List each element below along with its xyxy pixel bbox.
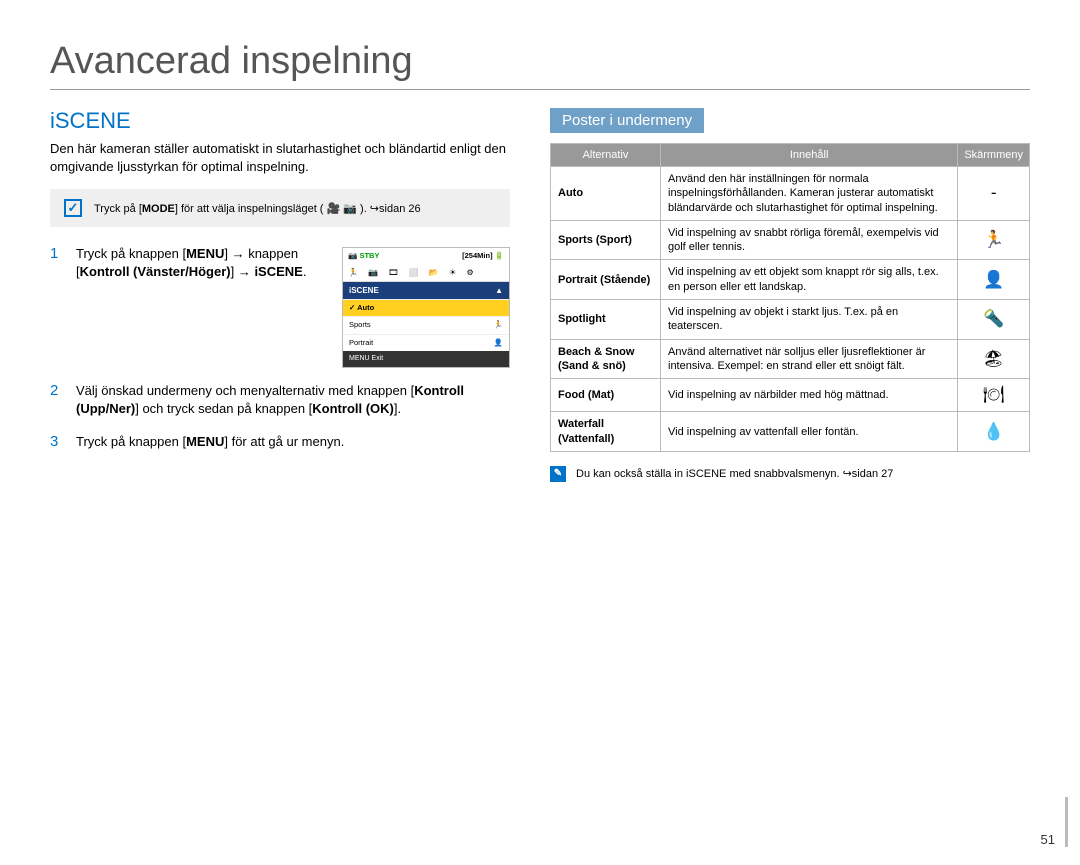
section-heading: iSCENE (50, 108, 510, 134)
ds-row-auto: ✓ Auto (343, 299, 509, 317)
note-info-icon: ✎ (550, 466, 566, 482)
step-body: Tryck på knappen [MENU] för att gå ur me… (76, 433, 510, 451)
step-1: 1 📷 STBY [254Min] 🔋 🏃 📷 🎞 ⬜ 📂 ☀ ⚙ iSCENE (50, 245, 510, 368)
tip-box: ✓ Tryck på [MODE] för att välja inspelni… (50, 189, 510, 227)
step-body: 📷 STBY [254Min] 🔋 🏃 📷 🎞 ⬜ 📂 ☀ ⚙ iSCENE ▲… (76, 245, 510, 368)
page-number: 51 (1041, 797, 1068, 847)
page-title: Avancerad inspelning (50, 40, 1030, 83)
ds-icon-row: 🏃 📷 🎞 ⬜ 📂 ☀ ⚙ (343, 265, 509, 282)
table-row: Food (Mat) Vid inspelning av närbilder m… (551, 379, 1030, 412)
spotlight-icon: 🔦 (958, 300, 1030, 340)
steps-list: 1 📷 STBY [254Min] 🔋 🏃 📷 🎞 ⬜ 📂 ☀ ⚙ iSCENE (50, 245, 510, 451)
portrait-icon: 👤 (958, 260, 1030, 300)
beach-snow-icon: 🏖 (958, 339, 1030, 379)
ds-row-portrait: Portrait👤 (343, 334, 509, 352)
left-column: iSCENE Den här kameran ställer automatis… (50, 108, 510, 482)
waterfall-icon: 💧 (958, 412, 1030, 452)
right-column: Poster i undermeny Alternativ Innehåll S… (550, 108, 1030, 482)
tip-check-icon: ✓ (64, 199, 82, 217)
step-body: Välj önskad undermeny och menyalternativ… (76, 382, 510, 418)
submenu-title: Poster i undermeny (550, 108, 704, 133)
col-alternativ: Alternativ (551, 144, 661, 167)
table-row: Waterfall (Vattenfall) Vid inspelning av… (551, 412, 1030, 452)
device-screen-illustration: 📷 STBY [254Min] 🔋 🏃 📷 🎞 ⬜ 📂 ☀ ⚙ iSCENE ▲… (342, 247, 510, 368)
sports-icon: 🏃 (958, 220, 1030, 260)
note-text: Du kan också ställa in iSCENE med snabbv… (576, 467, 893, 480)
table-row: Spotlight Vid inspelning av objekt i sta… (551, 300, 1030, 340)
options-table: Alternativ Innehåll Skärmmeny Auto Använ… (550, 143, 1030, 452)
tip-text: Tryck på [MODE] för att välja inspelning… (94, 202, 421, 215)
table-row: Beach & Snow (Sand & snö) Använd alterna… (551, 339, 1030, 379)
step-number: 3 (50, 433, 62, 451)
food-icon: 🍽 (958, 379, 1030, 412)
ds-row-sports: Sports🏃 (343, 316, 509, 334)
table-row: Portrait (Stående) Vid inspelning av ett… (551, 260, 1030, 300)
step-2: 2 Välj önskad undermeny och menyalternat… (50, 382, 510, 418)
intro-text: Den här kameran ställer automatiskt in s… (50, 140, 510, 175)
note-row: ✎ Du kan också ställa in iSCENE med snab… (550, 466, 1030, 482)
table-row: Sports (Sport) Vid inspelning av snabbt … (551, 220, 1030, 260)
step-3: 3 Tryck på knappen [MENU] för att gå ur … (50, 433, 510, 451)
step-number: 1 (50, 245, 62, 368)
title-bar: Avancerad inspelning (50, 40, 1030, 90)
step-number: 2 (50, 382, 62, 418)
col-innehall: Innehåll (661, 144, 958, 167)
col-skarmmeny: Skärmmeny (958, 144, 1030, 167)
ds-exit: MENU Exit (343, 351, 509, 367)
scene-icon: - (958, 167, 1030, 221)
table-row: Auto Använd den här inställningen för no… (551, 167, 1030, 221)
